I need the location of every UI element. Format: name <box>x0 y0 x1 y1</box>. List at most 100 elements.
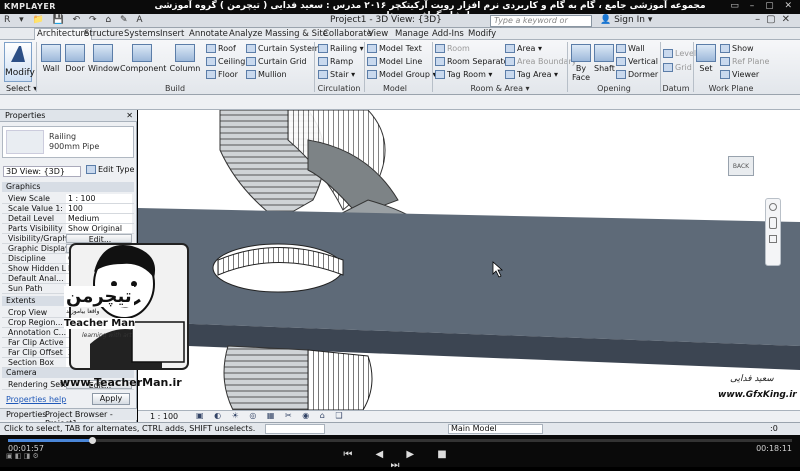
stair-button[interactable]: Stair ▾ <box>318 70 355 79</box>
show-work-plane-button[interactable]: Show <box>720 44 754 53</box>
3d-viewport[interactable]: BACK <box>138 110 800 410</box>
shaft-button[interactable]: Shaft <box>594 44 615 73</box>
model-group-label: Model Group <box>379 70 430 79</box>
panel-label-opening: Opening <box>597 84 631 93</box>
type-selector[interactable]: Railing 900mm Pipe <box>2 126 134 158</box>
viewcube[interactable]: BACK <box>722 150 762 184</box>
property-row[interactable]: Parts Visibility Show Original <box>2 224 134 234</box>
select-dropdown[interactable]: Select ▾ <box>6 84 37 93</box>
wall-opening-label: Wall <box>628 44 645 53</box>
ref-plane-label: Ref Plane <box>732 57 770 66</box>
component-icon <box>132 44 152 62</box>
railing-button[interactable]: Railing ▾ <box>318 44 364 53</box>
property-value[interactable]: Medium <box>66 214 132 223</box>
main-model-dropdown[interactable]: Main Model <box>448 424 543 434</box>
door-icon <box>65 44 85 62</box>
transport-controls[interactable]: ⏮ ◀ ▶ ■ ⏭ <box>330 449 470 471</box>
window-button[interactable]: Window <box>88 44 120 73</box>
viewer-icon <box>720 70 730 79</box>
area-boundary-button[interactable]: Area Boundary <box>505 57 576 66</box>
viewcube-face[interactable]: BACK <box>728 156 754 176</box>
model-text-button[interactable]: Model Text <box>367 44 422 53</box>
player-window-controls[interactable]: ▭ – ▢ ✕ <box>730 1 796 11</box>
seek-bar[interactable] <box>8 437 792 444</box>
dormer-button[interactable]: Dormer <box>616 70 658 79</box>
room-button[interactable]: Room <box>435 44 470 53</box>
workset-dropdown[interactable] <box>265 424 325 434</box>
close-icon[interactable]: ✕ <box>126 110 133 122</box>
wall-button[interactable]: Wall <box>40 44 62 73</box>
view-scale-button[interactable]: 1 : 100 <box>150 412 178 421</box>
tab-add-ins[interactable]: Add-Ins <box>432 29 464 39</box>
modify-button[interactable]: Modify <box>4 42 35 82</box>
tab-systems[interactable]: Systems <box>124 29 160 39</box>
ref-plane-button[interactable]: Ref Plane <box>720 57 769 66</box>
section-graphics[interactable]: Graphics <box>2 182 134 192</box>
apply-button[interactable]: Apply <box>92 393 130 405</box>
viewer-button[interactable]: Viewer <box>720 70 759 79</box>
by-face-button[interactable]: By Face <box>570 44 592 82</box>
quick-access-toolbar[interactable]: R ▾ 📁 💾 ↶ ↷ ⌂ ✎ A <box>4 15 146 25</box>
property-value[interactable]: 1 : 100 <box>66 194 132 203</box>
model-line-button[interactable]: Model Line <box>367 57 422 66</box>
sign-in-button[interactable]: 👤 Sign In ▾ <box>600 15 652 25</box>
tab-collaborate[interactable]: Collaborate <box>323 29 372 39</box>
panel-label-room-area[interactable]: Room & Area ▾ <box>435 84 565 93</box>
tab-modify[interactable]: Modify <box>468 29 496 39</box>
area-button[interactable]: Area ▾ <box>505 44 542 53</box>
tag-area-button[interactable]: Tag Area ▾ <box>505 70 558 79</box>
vertical-opening-icon <box>616 57 626 66</box>
property-value[interactable]: Show Original <box>66 224 132 233</box>
edit-type-button[interactable]: Edit Type <box>86 165 134 174</box>
set-work-plane-icon <box>696 44 716 62</box>
tab-manage[interactable]: Manage <box>395 29 429 39</box>
grid-button[interactable]: Grid <box>663 63 692 72</box>
component-button[interactable]: Component <box>120 44 166 73</box>
column-button[interactable]: Column <box>168 44 202 73</box>
wall-opening-button[interactable]: Wall <box>616 44 645 53</box>
curtain-system-button[interactable]: Curtain System <box>246 44 320 53</box>
floor-button[interactable]: Floor <box>206 70 238 79</box>
view-instance-selector[interactable]: 3D View: {3D} <box>3 166 81 177</box>
set-work-plane-button[interactable]: Set <box>696 44 716 73</box>
tab-insert[interactable]: Insert <box>160 29 184 39</box>
mullion-button[interactable]: Mullion <box>246 70 287 79</box>
tab-annotate[interactable]: Annotate <box>189 29 228 39</box>
tab-massing-site[interactable]: Massing & Site <box>265 29 328 39</box>
curtain-grid-button[interactable]: Curtain Grid <box>246 57 307 66</box>
tab-analyze[interactable]: Analyze <box>229 29 263 39</box>
steering-wheel-icon[interactable] <box>769 203 777 211</box>
ceiling-button[interactable]: Ceiling <box>206 57 245 66</box>
tag-room-button[interactable]: Tag Room ▾ <box>435 70 492 79</box>
navigation-bar[interactable] <box>765 198 781 266</box>
floor-label: Floor <box>218 70 238 79</box>
modify-label: Modify <box>5 68 35 78</box>
property-row[interactable]: Detail Level Medium <box>2 214 134 224</box>
ceiling-icon <box>206 57 216 66</box>
edit-type-label: Edit Type <box>98 165 135 174</box>
level-button[interactable]: Level <box>663 49 696 58</box>
vertical-opening-button[interactable]: Vertical <box>616 57 658 66</box>
view-control-icons[interactable]: ▣ ◐ ☀ ◎ ▦ ✂ ◉ ⌂ ❑ <box>196 411 347 420</box>
property-value[interactable]: 100 <box>66 204 132 213</box>
properties-help-link[interactable]: Properties help <box>6 395 66 404</box>
room-separator-button[interactable]: Room Separator <box>435 57 512 66</box>
search-input[interactable]: Type a keyword or phrase <box>490 15 592 35</box>
tab-view[interactable]: View <box>368 29 388 39</box>
property-key: Parts Visibility <box>8 224 63 233</box>
roof-button[interactable]: Roof <box>206 44 236 53</box>
player-options-icons[interactable]: ▣ ◧ ◨ ⚙ <box>6 452 39 460</box>
property-row[interactable]: Scale Value 1: 100 <box>2 204 134 214</box>
zoom-icon[interactable] <box>769 217 777 229</box>
revit-window-controls[interactable]: –▢✕ <box>755 14 796 25</box>
seek-knob[interactable] <box>88 437 96 444</box>
property-row[interactable]: View Scale 1 : 100 <box>2 194 134 204</box>
orbit-icon[interactable] <box>769 235 777 243</box>
tab-structure[interactable]: Structure <box>84 29 124 39</box>
door-button[interactable]: Door <box>64 44 86 73</box>
tab-properties[interactable]: Properties <box>6 410 46 419</box>
ramp-button[interactable]: Ramp <box>318 57 353 66</box>
tag-area-label: Tag Area <box>517 70 552 79</box>
panel-divider <box>36 42 37 92</box>
model-group-button[interactable]: Model Group ▾ <box>367 70 436 79</box>
